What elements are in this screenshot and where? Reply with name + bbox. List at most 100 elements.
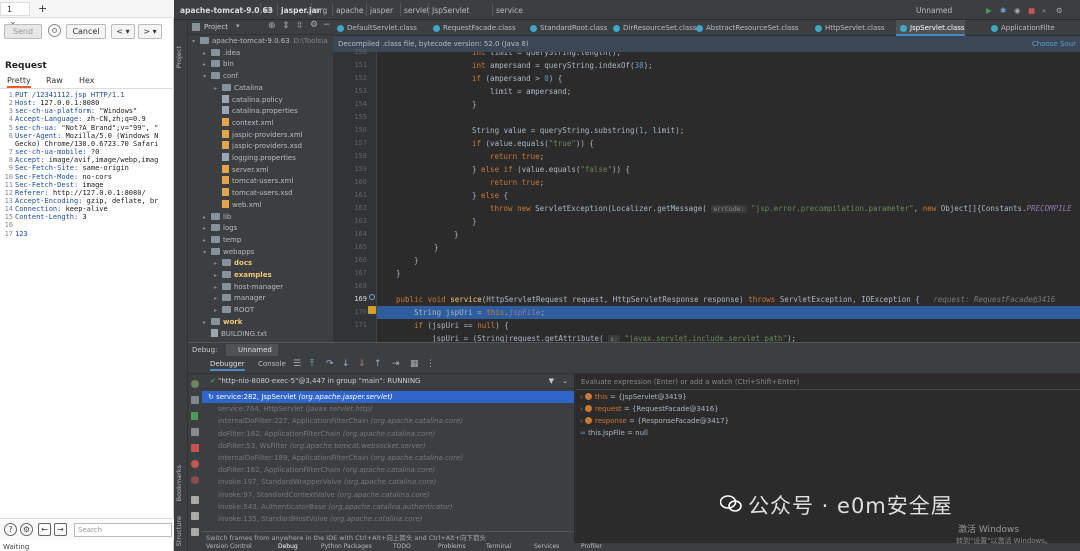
tree-item[interactable]: ▸ lib [188, 212, 333, 224]
variable-row[interactable]: › this = {JspServlet@3419} [580, 391, 687, 403]
tree-item[interactable]: server.xml [188, 164, 333, 177]
thread-dropdown-icon[interactable]: ⌄ [562, 374, 568, 389]
search-icon[interactable]: ⌕ [1042, 6, 1046, 16]
help-icon[interactable]: ? [4, 523, 17, 536]
tree-item[interactable]: ▸ temp [188, 235, 333, 247]
prev-match-icon[interactable]: ← [38, 523, 51, 536]
variable-row[interactable]: › response = {ResponseFacade@3417} [580, 415, 729, 427]
breadcrumb-servlet[interactable]: servlet [404, 6, 430, 15]
settings-gear-icon[interactable]: ⚙ [20, 523, 33, 536]
breadcrumb-lib[interactable]: lib [264, 6, 273, 15]
step-over-icon[interactable]: ↷ [326, 359, 334, 369]
evaluate-icon[interactable]: ▦ [410, 359, 419, 369]
pause-icon[interactable] [191, 428, 199, 436]
stack-frame[interactable]: invoke:543, AuthenticatorBase (org.apach… [202, 501, 574, 513]
tree-item[interactable]: ▸ manager [188, 293, 333, 305]
stack-frame[interactable]: invoke:135, StandardHostValve (org.apach… [202, 513, 574, 525]
tree-item[interactable]: catalina.properties [188, 106, 333, 118]
locate-file-icon[interactable]: ⊕ [268, 21, 276, 31]
tree-item[interactable]: jaspic-providers.xml [188, 129, 333, 142]
stop-icon[interactable]: ■ [1028, 6, 1035, 15]
breadcrumb-service[interactable]: service [496, 6, 523, 15]
add-tab-button[interactable]: + [32, 2, 53, 16]
expand-all-icon[interactable]: ⇕ [282, 21, 290, 31]
step-into-icon[interactable]: ↓ [342, 359, 350, 369]
show-execution-point-icon[interactable]: ⤒ [310, 359, 314, 369]
stack-frame[interactable]: doFilter:162, ApplicationFilterChain (or… [202, 464, 574, 476]
back-button[interactable]: < ▾ [111, 24, 135, 39]
stack-frame[interactable]: doFilter:53, WsFilter (org.apache.tomcat… [202, 440, 574, 452]
tree-item[interactable]: tomcat-users.xml [188, 176, 333, 188]
tree-item[interactable]: ▸ Catalina [188, 83, 333, 95]
tool-window-problems[interactable]: Problems [438, 543, 466, 551]
tool-window-debug[interactable]: Debug [278, 543, 298, 551]
settings-gear-icon[interactable]: ⚙ [1056, 6, 1063, 15]
tree-item[interactable]: ▸ work [188, 317, 333, 329]
tree-item[interactable]: web.xml [188, 199, 333, 212]
editor-tab-jspservlet-class[interactable]: JspServlet.class [896, 20, 965, 36]
pin-icon[interactable] [191, 528, 199, 536]
stack-frame[interactable]: service:764, HttpServlet (javax.servlet.… [202, 403, 574, 415]
choose-sources-link[interactable]: Choose Sour [1032, 36, 1076, 52]
run-icon[interactable]: ▶ [986, 6, 992, 15]
project-view-selector[interactable]: Project [204, 23, 228, 31]
tree-item[interactable]: ▾ webapps [188, 247, 333, 259]
evaluate-expression-input[interactable]: Evaluate expression (Enter) or add a wat… [576, 374, 1080, 390]
tree-item[interactable]: ▾ apache-tomcat-9.0.63 D:\Tools\a [188, 36, 333, 48]
coverage-icon[interactable]: ◉ [1014, 6, 1021, 15]
tab-hex[interactable]: Hex [79, 76, 95, 85]
project-tool-button[interactable]: Project [175, 46, 183, 68]
tab-console[interactable]: Console [258, 360, 286, 368]
run-config-selector[interactable]: Unnamed [916, 6, 952, 15]
tree-item[interactable]: ▸ logs [188, 223, 333, 235]
tree-item[interactable]: BUILDING.txt [188, 328, 333, 341]
send-button[interactable]: Send [4, 24, 42, 39]
breadcrumb-jspservlet[interactable]: JspServlet [432, 6, 469, 15]
stack-frame[interactable]: internalDoFilter:189, ApplicationFilterC… [202, 452, 574, 464]
settings-gear-icon[interactable] [48, 24, 61, 37]
force-step-into-icon[interactable]: ⇓ [358, 359, 366, 369]
tab-debugger[interactable]: Debugger [210, 360, 245, 371]
stack-frame[interactable]: internalDoFilter:227, ApplicationFilterC… [202, 415, 574, 427]
breadcrumb-apache-tomcat-9-0-63[interactable]: apache-tomcat-9.0.63 [180, 6, 273, 15]
tree-item[interactable]: jaspic-providers.xsd [188, 141, 333, 153]
next-match-icon[interactable]: → [54, 523, 67, 536]
tree-item[interactable]: ▾ conf [188, 71, 333, 83]
tree-item[interactable]: tomcat-users.xsd [188, 188, 333, 200]
project-view-dropdown-icon[interactable]: ▾ [236, 22, 240, 30]
stack-frame[interactable]: doFilter:162, ApplicationFilterChain (or… [202, 428, 574, 440]
tab-1[interactable]: 1 × [0, 2, 30, 28]
editor-tab-defaultservlet-class[interactable]: DefaultServlet.class [333, 20, 417, 36]
request-editor[interactable]: 1 PUT /12341112.jsp HTTP/1.1 2 Host: 127.0.… [0, 89, 174, 509]
tool-window-terminal[interactable]: Terminal [486, 543, 511, 551]
forward-button[interactable]: > ▾ [138, 24, 162, 39]
collapse-all-icon[interactable]: ⇳ [296, 21, 304, 31]
tab-raw[interactable]: Raw [46, 76, 63, 85]
tree-item[interactable]: ▸ docs [188, 258, 333, 270]
editor-tab-standardroot-class[interactable]: StandardRoot.class [526, 20, 607, 36]
filter-icon[interactable]: ▼ [549, 374, 554, 389]
debug-icon[interactable]: ✱ [1000, 6, 1006, 15]
rerun-icon[interactable] [191, 380, 199, 388]
stack-frame[interactable]: invoke:197, StandardWrapperValve (org.ap… [202, 476, 574, 488]
step-out-icon[interactable]: ↑ [374, 359, 382, 369]
tree-item[interactable]: logging.properties [188, 153, 333, 165]
tree-item[interactable]: ▸ host-manager [188, 282, 333, 294]
mute-breakpoints-icon[interactable] [191, 476, 199, 484]
modify-config-icon[interactable] [191, 396, 199, 404]
tree-item[interactable]: context.xml [188, 117, 333, 130]
editor-tab-dirresourceset-class[interactable]: DirResourceSet.class [609, 20, 696, 36]
stack-frame[interactable]: ↻ service:282, JspServlet (org.apache.ja… [202, 391, 574, 404]
tool-window-profiler[interactable]: Profiler [581, 543, 602, 551]
tool-window-services[interactable]: Services [534, 543, 559, 551]
hide-panel-icon[interactable]: − [323, 20, 331, 30]
search-input[interactable]: Search [74, 523, 172, 537]
breadcrumb-org[interactable]: org [315, 6, 327, 15]
tool-window-todo[interactable]: TODO [393, 543, 411, 551]
tree-item[interactable]: catalina.policy [188, 94, 333, 107]
cancel-button[interactable]: Cancel [66, 24, 106, 39]
tree-item[interactable]: ▸ examples [188, 270, 333, 282]
stack-frame[interactable]: invoke:97, StandardContextValve (org.apa… [202, 489, 574, 501]
thread-selector[interactable]: ✔ "http-nio-8080-exec-5"@3,447 in group … [202, 374, 574, 389]
settings-gear-icon[interactable] [191, 512, 199, 520]
